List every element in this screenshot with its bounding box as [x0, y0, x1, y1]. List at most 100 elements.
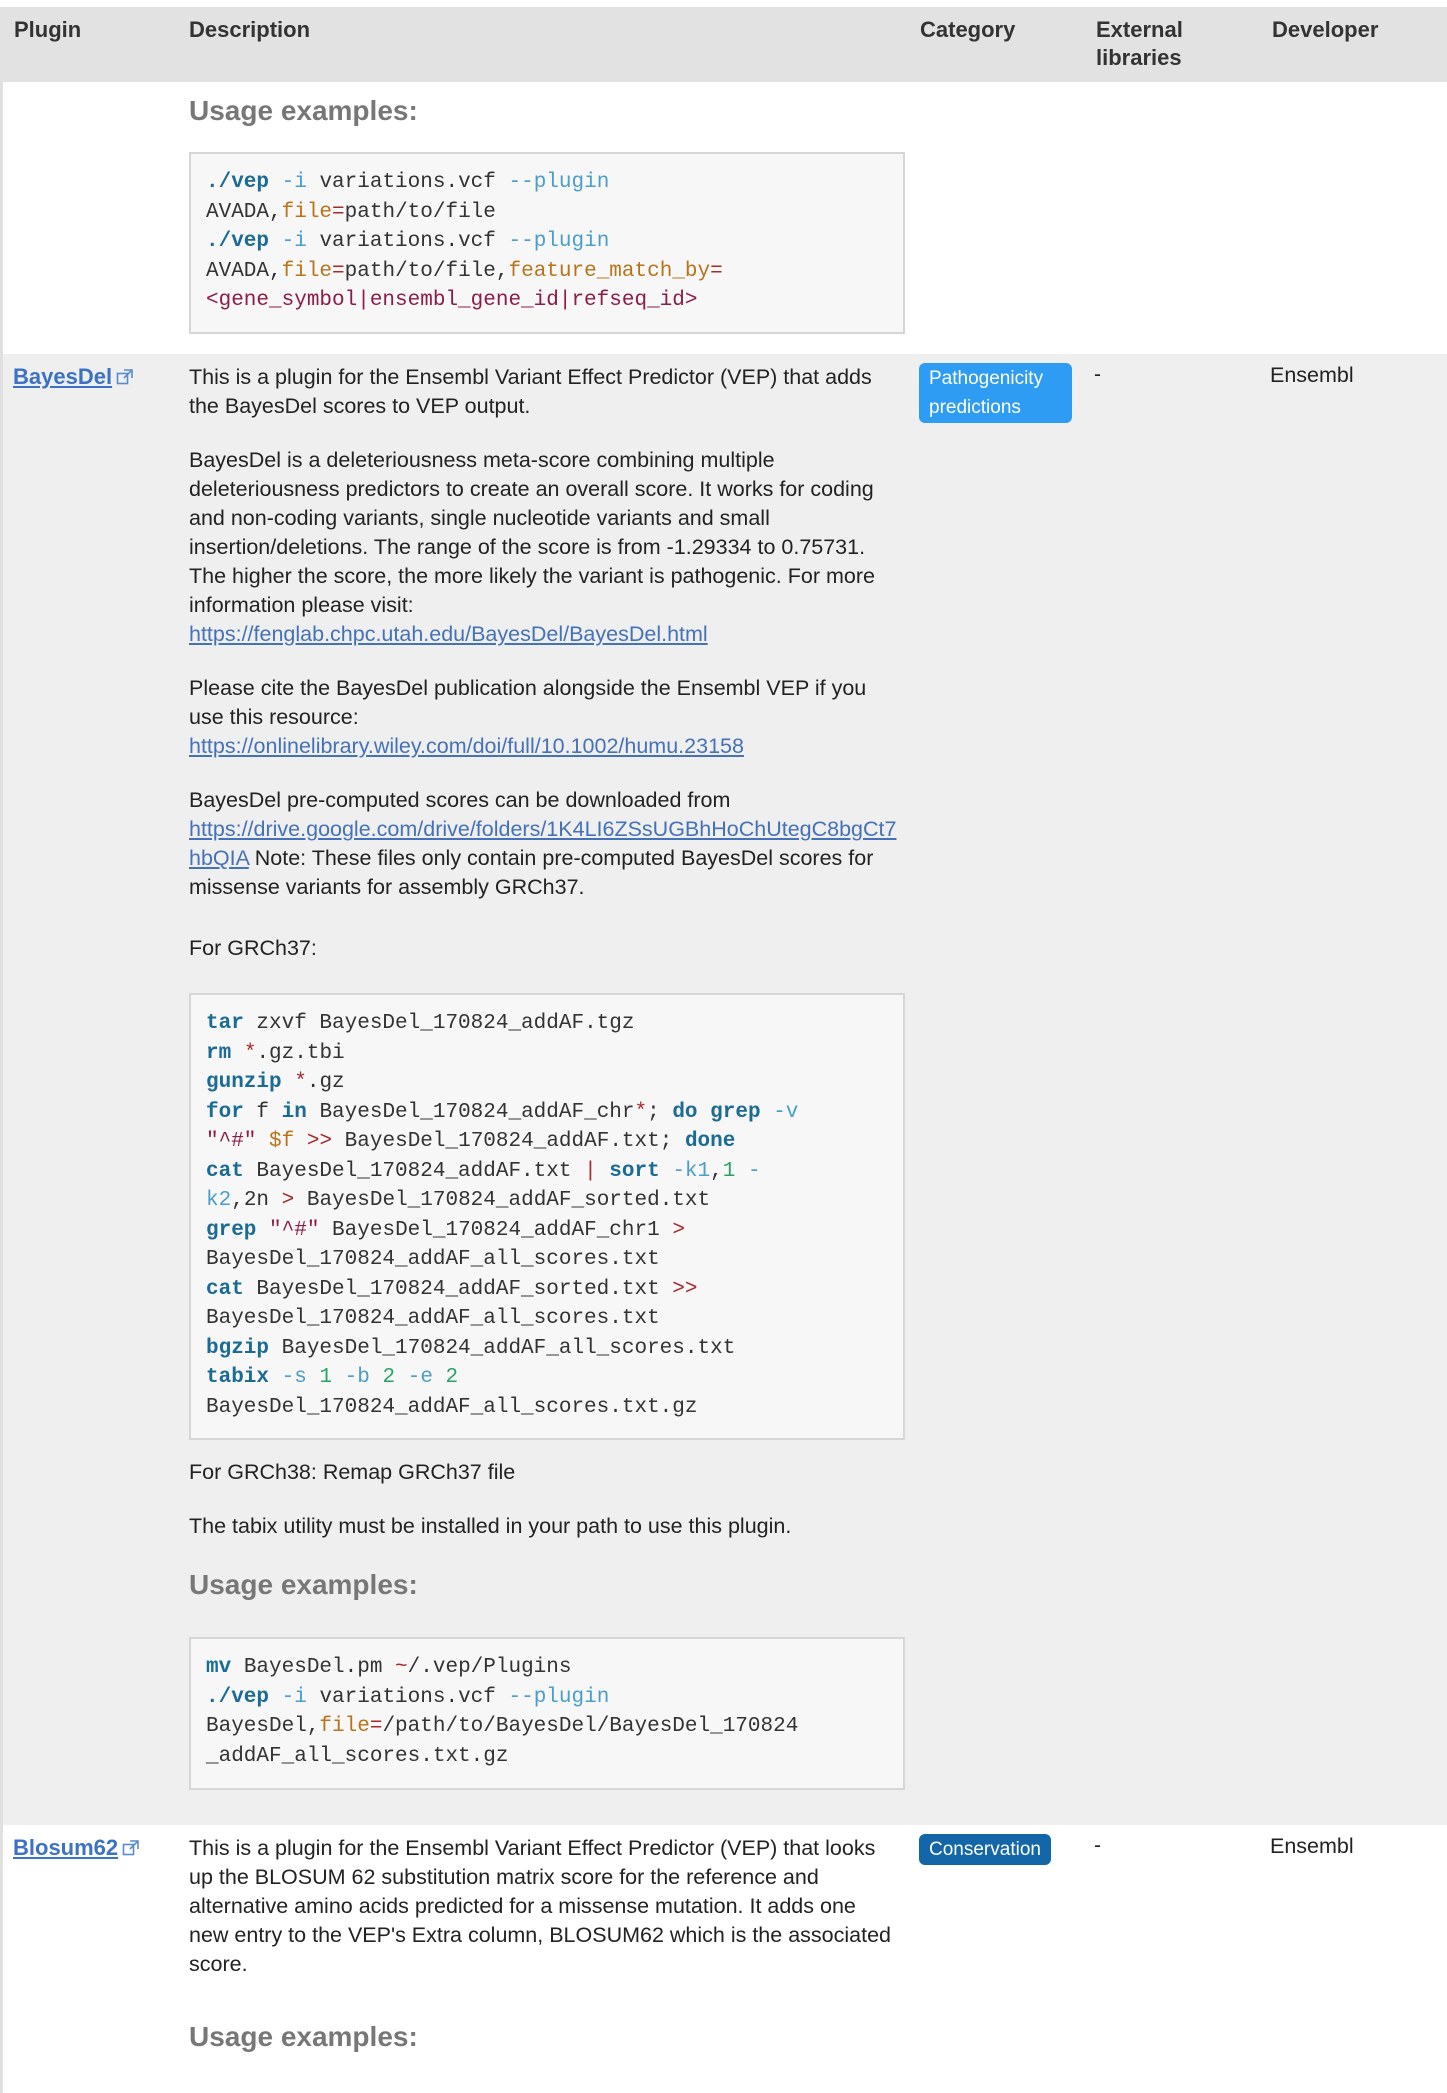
code-token: ~: [395, 1656, 408, 1679]
table-header: Plugin Description Category External lib…: [0, 7, 1447, 82]
usage-heading: Usage examples:: [189, 2021, 418, 2052]
plugins-table: Plugin Description Category External lib…: [0, 7, 1447, 2093]
code-token: for: [206, 1100, 244, 1124]
code-line: <gene_symbol|ensembl_gene_id|refseq_id>: [206, 286, 887, 316]
code-line: k2,2n > BayesDel_170824_addAF_sorted.txt: [206, 1189, 711, 1212]
code-token: do: [672, 1100, 698, 1124]
table-row-bayesdel: BayesDel This is a plugin for the Ensemb…: [0, 354, 1447, 1825]
code-token: *: [243, 1041, 257, 1065]
header-plugin: Plugin: [14, 17, 82, 42]
about-link[interactable]: https://fenglab.chpc.utah.edu/BayesDel/B…: [189, 622, 708, 646]
code-token: *: [294, 1071, 307, 1094]
code-token: >: [672, 1218, 685, 1242]
code-token: sort: [609, 1159, 660, 1183]
code-token: done: [684, 1130, 736, 1153]
code-token: k2: [206, 1189, 232, 1212]
external-libraries-value: -: [1094, 363, 1101, 386]
code-token: file: [319, 1715, 370, 1738]
code-token: in: [281, 1100, 307, 1124]
cite-link[interactable]: https://onlinelibrary.wiley.com/doi/full…: [189, 734, 744, 758]
about-text: BayesDel is a deleteriousness meta-score…: [189, 448, 875, 617]
code-line: tar zxvf BayesDel_170824_addAF.tgz: [206, 1012, 635, 1035]
table-row-avada: Usage examples: ./vep -i variations.vcf …: [0, 82, 1447, 354]
code-line: bgzip BayesDel_170824_addAF_all_scores.t…: [206, 1336, 736, 1360]
code-token: --plugin: [508, 171, 610, 194]
code-token: tar: [206, 1012, 244, 1035]
category-badge-conservation[interactable]: Conservation: [919, 1834, 1051, 1865]
code-token: =: [369, 1715, 383, 1738]
code-token: file: [281, 200, 333, 224]
code-token: >: [281, 1189, 295, 1212]
download-text: BayesDel pre-computed scores can be down…: [189, 788, 731, 812]
external-libraries-value: -: [1094, 1834, 1101, 1857]
code-token: file: [281, 259, 333, 283]
code-line: tabix -s 1 -b 2 -e 2: [206, 1363, 887, 1393]
usage-heading: Usage examples:: [189, 1569, 418, 1600]
code-token: *: [634, 1100, 648, 1124]
cite-text: Please cite the BayesDel publication alo…: [189, 676, 867, 729]
code-token: -i: [281, 230, 307, 253]
code-token: "^#": [206, 1130, 257, 1153]
category-badge-pathogenicity[interactable]: Pathogenicity predictions: [919, 363, 1072, 423]
code-token: grep: [710, 1100, 761, 1124]
code-token: <gene_symbol|ensembl_gene_id|refseq_id>: [206, 289, 698, 312]
plugin-name: Blosum62: [13, 1835, 119, 1860]
code-line: gunzip *.gz: [206, 1071, 345, 1094]
code-line: BayesDel_170824_addAF_all_scores.txt.gz: [206, 1395, 698, 1419]
external-link-icon: [116, 369, 133, 385]
code-token: ./vep: [206, 171, 270, 194]
download-note: Note: These files only contain pre-compu…: [189, 846, 874, 899]
code-line: cat BayesDel_170824_addAF_sorted.txt >>: [206, 1277, 698, 1301]
blosum62-description: This is a plugin for the Ensembl Variant…: [189, 1836, 891, 1976]
code-token: ./vep: [206, 1685, 270, 1709]
code-line: grep "^#" BayesDel_170824_addAF_chr1 >: [206, 1218, 685, 1242]
code-token: -v: [773, 1100, 799, 1124]
code-token: mv: [206, 1656, 232, 1679]
code-token: cat: [206, 1277, 244, 1301]
header-description: Description: [189, 17, 311, 42]
code-token: -i: [281, 171, 307, 194]
row-border: [0, 1825, 3, 2093]
code-token: -s: [281, 1366, 307, 1389]
developer-value: Ensembl: [1270, 363, 1354, 387]
code-block-usage: mv BayesDel.pm ~/.vep/Plugins ./vep -i va…: [189, 1637, 905, 1790]
code-line: AVADA,file=path/to/file,feature_match_by…: [206, 259, 723, 283]
plugin-link-bayesdel[interactable]: BayesDel: [13, 364, 134, 390]
code-token: $f: [269, 1130, 295, 1153]
code-token: --plugin: [508, 230, 610, 253]
code-token: >>: [306, 1130, 333, 1153]
code-block-grch37: tar zxvf BayesDel_170824_addAF.tgzrm *.g…: [189, 993, 905, 1440]
code-line: ./vep -i variations.vcf --plugin: [206, 1685, 610, 1709]
code-token: 1: [319, 1366, 333, 1389]
code-token: ./vep: [206, 230, 270, 253]
code-line: rm *.gz.tbi: [206, 1041, 345, 1065]
header-category: Category: [920, 17, 1016, 42]
code-token: =: [710, 259, 723, 283]
code-line: for f in BayesDel_170824_addAF_chr*; do …: [206, 1100, 799, 1124]
code-line: BayesDel_170824_addAF_all_scores.txt: [206, 1307, 660, 1330]
code-line: AVADA,file=path/to/file: [206, 200, 496, 224]
row-border: [0, 82, 3, 354]
bayesdel-description: This is a plugin for the Ensembl Variant…: [189, 363, 899, 902]
code-token: rm: [206, 1041, 232, 1065]
code-line: cat BayesDel_170824_addAF.txt | sort -k1…: [206, 1159, 761, 1183]
code-token: tabix: [206, 1366, 270, 1389]
code-token: |: [584, 1159, 597, 1183]
code-token: "^#": [269, 1218, 320, 1242]
code-token: >>: [672, 1277, 698, 1301]
code-token: gunzip: [206, 1071, 282, 1094]
code-line: BayesDel,file=/path/to/BayesDel/BayesDel…: [206, 1715, 799, 1738]
code-line: ./vep -i variations.vcf --plugin: [206, 171, 610, 194]
code-token: -b: [344, 1366, 370, 1389]
row-border: [0, 354, 3, 1825]
usage-heading: Usage examples:: [189, 95, 418, 126]
grch37-label: For GRCh37:: [189, 936, 317, 960]
code-block-avada: ./vep -i variations.vcf --plugin AVADA,fi…: [189, 152, 905, 334]
code-token: -: [747, 1159, 761, 1183]
code-token: feature_match_by: [508, 259, 711, 283]
code-token: grep: [206, 1218, 257, 1242]
intro-text: This is a plugin for the Ensembl Variant…: [189, 365, 872, 418]
code-token: -i: [281, 1685, 307, 1709]
plugin-link-blosum62[interactable]: Blosum62: [13, 1835, 140, 1861]
header-external-libraries: External libraries: [1096, 17, 1183, 70]
